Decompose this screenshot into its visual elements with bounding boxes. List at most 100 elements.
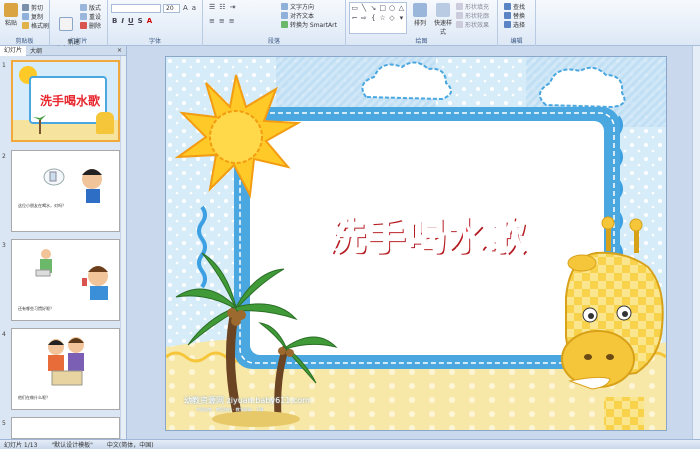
shapes-gallery[interactable]: ▭ ╲ ↘ □ ○ △ ⌐ ⇨{☆ ◇ ▾: [349, 2, 407, 34]
diamond-icon[interactable]: ◇: [387, 13, 396, 23]
effects-icon: [456, 21, 463, 28]
rect-icon[interactable]: □: [378, 3, 387, 13]
arrange-button[interactable]: 排列: [412, 3, 428, 27]
slide-thumb-1[interactable]: 洗手喝水歌: [11, 60, 120, 142]
delete-slide-button[interactable]: 删除: [80, 21, 101, 30]
bold-icon[interactable]: B: [112, 17, 117, 25]
editing-group-label: 编辑: [510, 38, 523, 45]
star-icon[interactable]: ☆: [378, 13, 387, 23]
slide-counter: 幻灯片 1/13: [4, 442, 38, 449]
reset-button[interactable]: 重设: [80, 12, 101, 21]
shape-outline-button[interactable]: 形状轮廓: [456, 11, 489, 20]
shape-fill-button[interactable]: 形状填充: [456, 2, 489, 11]
thumb-number: 3: [2, 242, 6, 249]
curly-icon[interactable]: {: [369, 13, 378, 23]
slides-group-label: 幻灯片: [69, 38, 88, 45]
fill-icon: [456, 3, 463, 10]
layout-button[interactable]: 版式: [80, 3, 101, 12]
select-icon: [504, 21, 511, 28]
close-pane-icon[interactable]: ×: [117, 47, 122, 54]
watermark-text: 幼教资源网 ziyuan.baby611.com: [184, 396, 310, 405]
align-text-button[interactable]: 对齐文本: [281, 11, 314, 20]
text-direction-button[interactable]: 文字方向: [281, 2, 314, 11]
oval-icon[interactable]: ○: [387, 3, 396, 13]
line-icon[interactable]: ╲: [359, 3, 368, 13]
align-center-icon[interactable]: ≡: [219, 17, 225, 25]
slide-thumb-5[interactable]: [11, 417, 120, 439]
bullets-icon[interactable]: ☰: [209, 3, 215, 11]
drawing-group: ▭ ╲ ↘ □ ○ △ ⌐ ⇨{☆ ◇ ▾ 排列 快速样式 形状填充 形状轮廓 形状效果 绘图: [346, 0, 498, 46]
status-bar: 幻灯片 1/13 "默认设计模板" 中文(简体，中国): [0, 439, 700, 449]
slide-editor: 洗手喝水歌 幼教资源网 ziyuan.baby611.com 中国幼教 · 教案…: [128, 46, 700, 439]
tab-slides[interactable]: 幻灯片: [0, 45, 27, 56]
reset-icon: [80, 13, 87, 20]
slides-pane: 幻灯片 大纲 × 1 洗手喝水歌 2 这位小朋友在喝水，对吗？ 3 还有哪些习惯…: [0, 45, 127, 439]
shrink-font-icon[interactable]: a: [192, 4, 196, 12]
paragraph-group-label: 段落: [267, 38, 280, 45]
bullets-row: ☰ ☷ ⇥: [209, 3, 235, 11]
editing-group: 查找 替换 选择 编辑: [498, 0, 536, 46]
layout-icon: [80, 4, 87, 11]
paste-button[interactable]: 粘贴: [3, 3, 19, 27]
slide-canvas[interactable]: 洗手喝水歌 幼教资源网 ziyuan.baby611.com 中国幼教 · 教案…: [165, 56, 667, 431]
ribbon: 粘贴 剪切 复制 格式刷 剪贴板 新建 幻灯片 版式 重设 删除 幻灯片 20 …: [0, 0, 700, 53]
thumb-number: 1: [2, 62, 6, 69]
pane-scrollbar[interactable]: [120, 56, 126, 439]
quick-styles-button[interactable]: 快速样式: [432, 3, 454, 36]
smartart-button[interactable]: 转换为 SmartArt: [281, 20, 337, 29]
clipboard-icon: [4, 3, 18, 17]
tab-outline[interactable]: 大纲: [26, 46, 46, 55]
thumb-number: 5: [2, 420, 6, 427]
replace-button[interactable]: 替换: [504, 11, 525, 20]
slide-thumb-2[interactable]: 这位小朋友在喝水，对吗？: [11, 150, 120, 232]
format-painter-button[interactable]: 格式刷: [22, 21, 49, 30]
triangle-icon[interactable]: △: [397, 3, 406, 13]
more-shapes-icon[interactable]: ▾: [397, 13, 406, 23]
thumb-number: 4: [2, 331, 6, 338]
find-button[interactable]: 查找: [504, 2, 525, 11]
brush-icon: [22, 22, 29, 29]
align-left-icon[interactable]: ≡: [209, 17, 215, 25]
connector-icon[interactable]: ⌐: [350, 13, 359, 23]
arrange-icon: [413, 3, 427, 17]
slide-thumb-3[interactable]: 还有哪些习惯好呢？: [11, 239, 120, 321]
slide-thumb-4[interactable]: 他们在做什么呢？: [11, 328, 120, 410]
thumb-caption: 还有哪些习惯好呢？: [18, 306, 54, 311]
select-button[interactable]: 选择: [504, 20, 525, 29]
text-direction-icon: [281, 3, 288, 10]
thumb-caption: 这位小朋友在喝水，对吗？: [18, 203, 66, 208]
indent-icon[interactable]: ⇥: [230, 3, 236, 11]
text-box-icon[interactable]: ▭: [350, 3, 359, 13]
cut-button[interactable]: 剪切: [22, 3, 43, 12]
font-name-combo[interactable]: [111, 4, 161, 13]
font-size-combo[interactable]: 20: [163, 4, 180, 13]
arrow-icon[interactable]: ↘: [369, 3, 378, 13]
outline-icon: [456, 12, 463, 19]
font-format-row: BIUSA: [112, 17, 152, 25]
scissors-icon: [22, 4, 29, 11]
underline-icon[interactable]: U: [128, 17, 134, 25]
slide-vertical-scrollbar[interactable]: [692, 46, 700, 439]
font-color-icon[interactable]: A: [147, 17, 152, 25]
handwashing-illustration: [35, 249, 108, 300]
delete-icon: [80, 22, 87, 29]
palm-tree-icon: [33, 112, 46, 134]
language-indicator[interactable]: 中文(简体，中国): [107, 440, 154, 449]
italic-icon[interactable]: I: [121, 17, 124, 25]
right-arrow-icon[interactable]: ⇨: [359, 13, 368, 23]
slide-title[interactable]: 洗手喝水歌: [250, 205, 604, 260]
numbering-icon[interactable]: ☷: [219, 3, 225, 11]
copy-icon: [22, 13, 29, 20]
font-group-label: 字体: [148, 38, 161, 45]
copy-button[interactable]: 复制: [22, 12, 43, 21]
thumb-title: 洗手喝水歌: [39, 94, 100, 108]
align-right-icon[interactable]: ≡: [229, 17, 235, 25]
strikethrough-icon[interactable]: S: [138, 17, 143, 25]
theme-name[interactable]: "默认设计模板": [51, 440, 93, 449]
shape-effects-button[interactable]: 形状效果: [456, 20, 489, 29]
font-group: 20 Aa BIUSA 字体: [108, 0, 203, 46]
grow-font-icon[interactable]: A: [183, 4, 188, 12]
watermark-subtext: 中国幼教 · 教案课件 · 教学资源 · 下载: [196, 407, 264, 412]
thumb-number: 2: [2, 153, 6, 160]
binoculars-icon: [504, 3, 511, 10]
